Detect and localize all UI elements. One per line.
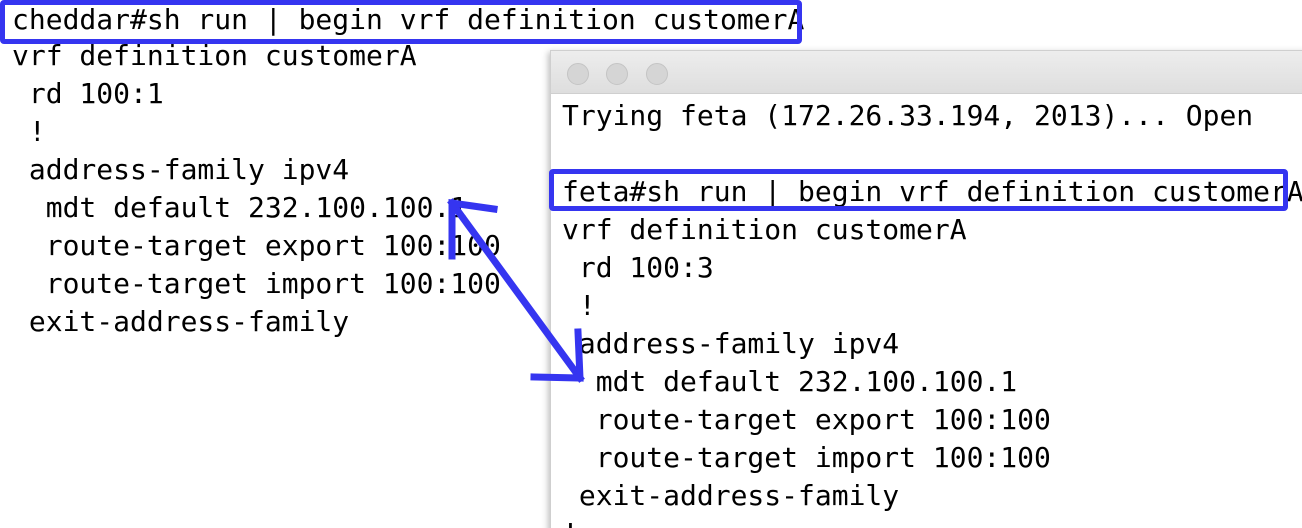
- right-terminal-line: route-target export 100:100: [562, 403, 1051, 436]
- left-command-highlight: [0, 0, 802, 44]
- left-terminal-line: address-family ipv4: [12, 153, 350, 186]
- minimize-button-icon[interactable]: [606, 63, 628, 85]
- left-terminal[interactable]: cheddar#sh run | begin vrf definition cu…: [0, 0, 804, 528]
- right-command-highlight: [549, 169, 1288, 211]
- left-terminal-line: !: [12, 115, 46, 148]
- right-terminal-line: !: [562, 515, 579, 528]
- right-terminal-line: !: [562, 289, 596, 322]
- close-button-icon[interactable]: [567, 63, 589, 85]
- right-terminal-mdt-line: mdt default 232.100.100.1: [562, 365, 1018, 398]
- right-terminal-line: Trying feta (172.26.33.194, 2013)... Ope…: [562, 99, 1254, 132]
- left-terminal-line: route-target export 100:100: [12, 229, 501, 262]
- right-terminal-line: vrf definition customerA: [562, 213, 967, 246]
- left-terminal-line: rd 100:1: [12, 77, 164, 110]
- left-terminal-line: exit-address-family: [12, 305, 350, 338]
- window-titlebar[interactable]: [551, 51, 1302, 94]
- left-terminal-mdt-line: mdt default 232.100.100.1: [12, 191, 468, 224]
- right-terminal-line: exit-address-family: [562, 479, 900, 512]
- right-terminal-line: rd 100:3: [562, 251, 714, 284]
- right-terminal-window[interactable]: Trying feta (172.26.33.194, 2013)... Ope…: [550, 50, 1302, 528]
- right-terminal-line: route-target import 100:100: [562, 441, 1051, 474]
- zoom-button-icon[interactable]: [646, 63, 668, 85]
- left-terminal-line: route-target import 100:100: [12, 267, 501, 300]
- right-terminal-line: address-family ipv4: [562, 327, 900, 360]
